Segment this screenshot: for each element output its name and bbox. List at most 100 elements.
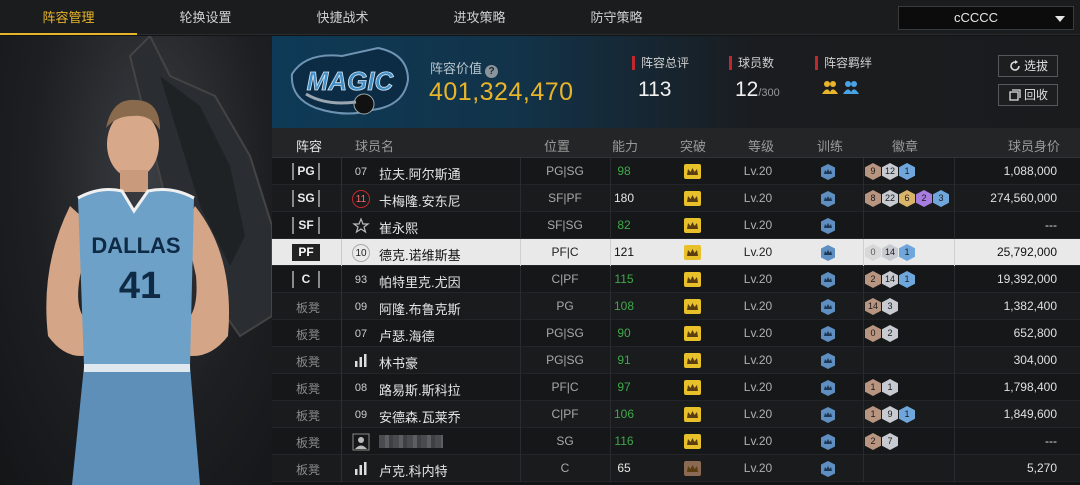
lineup-slot[interactable]: C: [292, 271, 320, 288]
player-name[interactable]: 崔永熙: [379, 218, 418, 237]
player-name[interactable]: 阿隆.布鲁克斯: [379, 299, 461, 318]
lineup-slot[interactable]: 板凳: [296, 326, 320, 343]
breakthrough-crown-icon[interactable]: [684, 461, 701, 476]
table-row[interactable]: 板凳 08 路易斯.斯科拉 PF|C 97 Lv.20 11 1,798,400: [272, 374, 1080, 401]
badge-icon[interactable]: 9: [865, 163, 881, 180]
training-crown-icon[interactable]: [819, 271, 837, 289]
badge-icon[interactable]: 2: [916, 190, 932, 207]
badge-icon[interactable]: 1: [899, 244, 915, 261]
table-row[interactable]: 板凳 09 安德森.瓦莱乔 C|PF 106 Lv.20 191 1,849,6…: [272, 401, 1080, 428]
col-lineup[interactable]: 阵容: [296, 136, 322, 155]
table-row[interactable]: PF 10 德克.诺维斯基 PF|C 121 Lv.20 0 14 1 25,792…: [272, 239, 1080, 266]
player-name[interactable]: 德克.诺维斯基: [379, 245, 461, 264]
col-position[interactable]: 位置: [544, 136, 570, 155]
player-name[interactable]: 卢克.科内特: [379, 461, 448, 480]
training-crown-icon[interactable]: [819, 244, 837, 262]
training-crown-icon[interactable]: [819, 460, 837, 478]
lineup-slot[interactable]: 板凳: [296, 434, 320, 451]
breakthrough-crown-icon[interactable]: [684, 299, 701, 314]
badge-icon[interactable]: 1: [865, 406, 881, 423]
table-row[interactable]: 板凳 卢克.科内特 C 65 Lv.20 5,270: [272, 455, 1080, 482]
breakthrough-crown-icon[interactable]: [684, 380, 701, 395]
badge-icon[interactable]: 8: [865, 190, 881, 207]
training-crown-icon[interactable]: [819, 298, 837, 316]
lineup-slot[interactable]: PG: [292, 163, 320, 180]
select-player-button[interactable]: 选拔: [998, 55, 1058, 77]
training-crown-icon[interactable]: [819, 406, 837, 424]
badge-icon[interactable]: 2: [865, 433, 881, 450]
badge-icon[interactable]: 6: [899, 190, 915, 207]
badge-icon[interactable]: 1: [899, 406, 915, 423]
col-ability[interactable]: 能力: [612, 136, 638, 155]
team-select-dropdown[interactable]: cCCCC: [898, 6, 1074, 30]
table-row[interactable]: SG 11 卡梅隆.安东尼 SF|PF 180 Lv.20 8 22 6 2 3 274…: [272, 185, 1080, 212]
badge-icon[interactable]: 1: [899, 163, 915, 180]
training-crown-icon[interactable]: [819, 379, 837, 397]
tab-defense-strategy[interactable]: 防守策略: [548, 0, 685, 35]
bond-blue-icon[interactable]: [842, 78, 860, 96]
badge-icon[interactable]: 0: [865, 244, 881, 261]
badge-icon[interactable]: 7: [882, 433, 898, 450]
badge-icon[interactable]: 1: [882, 379, 898, 396]
training-crown-icon[interactable]: [819, 325, 837, 343]
badge-icon[interactable]: 14: [882, 271, 898, 288]
table-row[interactable]: 板凳 07 卢瑟.海德 PG|SG 90 Lv.20 02 652,800: [272, 320, 1080, 347]
badge-icon[interactable]: 14: [865, 298, 881, 315]
lineup-slot[interactable]: 板凳: [296, 380, 320, 397]
badge-icon[interactable]: 9: [882, 406, 898, 423]
player-name[interactable]: 卡梅隆.安东尼: [379, 191, 461, 210]
breakthrough-crown-icon[interactable]: [684, 326, 701, 341]
recycle-button[interactable]: 回收: [998, 84, 1058, 106]
breakthrough-crown-icon[interactable]: [684, 407, 701, 422]
player-name[interactable]: 拉夫.阿尔斯通: [379, 164, 461, 183]
lineup-slot[interactable]: SG: [292, 190, 320, 207]
tab-lineup-management[interactable]: 阵容管理: [0, 0, 137, 35]
badge-icon[interactable]: 22: [882, 190, 898, 207]
col-badges[interactable]: 徽章: [892, 136, 918, 155]
col-breakthrough[interactable]: 突破: [680, 136, 706, 155]
breakthrough-crown-icon[interactable]: [684, 434, 701, 449]
tab-rotation-settings[interactable]: 轮换设置: [137, 0, 274, 35]
training-crown-icon[interactable]: [819, 163, 837, 181]
badge-icon[interactable]: 14: [882, 244, 898, 261]
player-name[interactable]: 安德森.瓦莱乔: [379, 407, 461, 426]
player-name[interactable]: 路易斯.斯科拉: [379, 380, 461, 399]
table-row[interactable]: SF 崔永熙 SF|SG 82 Lv.20 ---: [272, 212, 1080, 239]
tab-quick-tactics[interactable]: 快捷战术: [274, 0, 411, 35]
badge-icon[interactable]: 1: [899, 271, 915, 288]
col-name[interactable]: 球员名: [355, 136, 394, 155]
lineup-slot[interactable]: PF: [292, 244, 320, 261]
player-name[interactable]: 卢瑟.海德: [379, 326, 435, 345]
table-row[interactable]: 板凳 SG 116 Lv.20 27 ---: [272, 428, 1080, 455]
table-row[interactable]: 板凳 09 阿隆.布鲁克斯 PG 108 Lv.20 14 3 1,382,400: [272, 293, 1080, 320]
breakthrough-crown-icon[interactable]: [684, 218, 701, 233]
col-value[interactable]: 球员身价: [1008, 136, 1060, 155]
breakthrough-crown-icon[interactable]: [684, 272, 701, 287]
table-row[interactable]: PG 07 拉夫.阿尔斯通 PG|SG 98 Lv.20 9 12 1 1,088,…: [272, 158, 1080, 185]
lineup-slot[interactable]: 板凳: [296, 407, 320, 424]
training-crown-icon[interactable]: [819, 190, 837, 208]
breakthrough-crown-icon[interactable]: [684, 245, 701, 260]
badge-icon[interactable]: 3: [882, 298, 898, 315]
badge-icon[interactable]: 3: [933, 190, 949, 207]
badge-icon[interactable]: 2: [882, 325, 898, 342]
table-row[interactable]: C 93 帕特里克.尤因 C|PF 115 Lv.20 2 14 1 19,392,…: [272, 266, 1080, 293]
training-crown-icon[interactable]: [819, 433, 837, 451]
breakthrough-crown-icon[interactable]: [684, 191, 701, 206]
lineup-slot[interactable]: 板凳: [296, 299, 320, 316]
col-level[interactable]: 等级: [748, 136, 774, 155]
lineup-slot[interactable]: SF: [292, 217, 320, 234]
player-name[interactable]: 林书豪: [379, 353, 418, 372]
training-crown-icon[interactable]: [819, 217, 837, 235]
badge-icon[interactable]: 2: [865, 271, 881, 288]
breakthrough-crown-icon[interactable]: [684, 164, 701, 179]
badge-icon[interactable]: 1: [865, 379, 881, 396]
col-training[interactable]: 训练: [817, 136, 843, 155]
bond-gold-icon[interactable]: [821, 78, 839, 96]
breakthrough-crown-icon[interactable]: [684, 353, 701, 368]
badge-icon[interactable]: 12: [882, 163, 898, 180]
player-name[interactable]: 帕特里克.尤因: [379, 272, 461, 291]
tab-offense-strategy[interactable]: 进攻策略: [411, 0, 548, 35]
help-icon[interactable]: ?: [485, 65, 499, 78]
training-crown-icon[interactable]: [819, 352, 837, 370]
